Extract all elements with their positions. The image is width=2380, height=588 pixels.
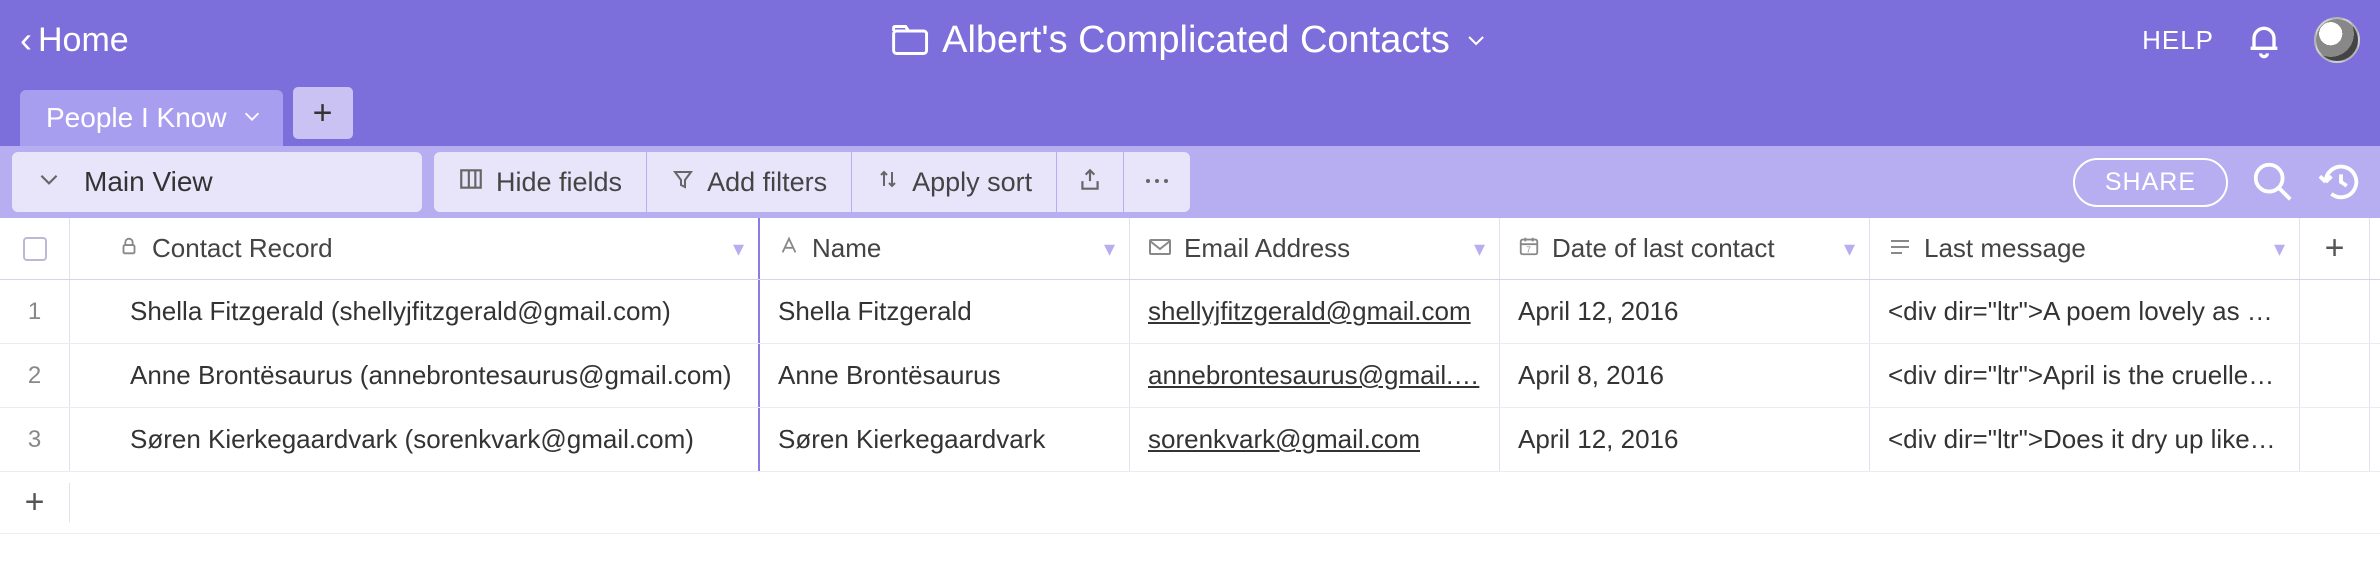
apply-sort-button[interactable]: Apply sort (852, 152, 1056, 212)
help-link[interactable]: HELP (2142, 25, 2214, 56)
base-switcher[interactable]: Albert's Complicated Contacts (892, 19, 1488, 62)
text-icon (778, 233, 800, 264)
upload-icon (1077, 167, 1103, 198)
hide-fields-button[interactable]: Hide fields (434, 152, 646, 212)
search-button[interactable] (2250, 159, 2296, 205)
row-index: 1 (0, 280, 70, 343)
grid-header-row: Contact Record ▾ Name ▾ Email Address ▾ (0, 218, 2380, 280)
base-name: Albert's Complicated Contacts (942, 19, 1450, 62)
columns-icon (458, 166, 484, 199)
cell-email[interactable]: annebrontesaurus@gmail.… (1130, 344, 1500, 407)
add-filters-label: Add filters (707, 167, 827, 198)
row-trailing-space (2300, 408, 2370, 471)
chevron-down-icon: ▾ (1844, 236, 1855, 262)
folder-icon (892, 25, 928, 55)
bell-icon[interactable] (2244, 20, 2284, 60)
column-header-name[interactable]: Name ▾ (760, 218, 1130, 279)
share-label: SHARE (2105, 168, 2196, 196)
column-header-contact-record[interactable]: Contact Record ▾ (70, 218, 760, 279)
cell-last-message[interactable]: <div dir="ltr">Does it dry up like… (1870, 408, 2300, 471)
chevron-down-icon (241, 102, 263, 134)
svg-text:7: 7 (1526, 245, 1531, 254)
cell-name[interactable]: Anne Brontësaurus (760, 344, 1130, 407)
plus-icon: + (0, 483, 70, 522)
column-header-last-message[interactable]: Last message ▾ (1870, 218, 2300, 279)
share-export-button[interactable] (1057, 152, 1123, 212)
column-header-email[interactable]: Email Address ▾ (1130, 218, 1500, 279)
hide-fields-label: Hide fields (496, 167, 622, 198)
cell-name[interactable]: Shella Fitzgerald (760, 280, 1130, 343)
add-table-button[interactable]: + (293, 87, 353, 139)
chevron-left-icon: ‹ (20, 22, 32, 58)
chevron-down-icon: ▾ (1104, 236, 1115, 262)
table-row[interactable]: 1 Shella Fitzgerald (shellyjfitzgerald@g… (0, 280, 2380, 344)
view-switcher[interactable]: Main View (12, 152, 422, 212)
chevron-down-icon (36, 166, 62, 199)
column-header-date[interactable]: 7 Date of last contact ▾ (1500, 218, 1870, 279)
row-index: 3 (0, 408, 70, 471)
table-tabs: People I Know + (0, 80, 2380, 146)
checkbox-icon (23, 237, 47, 261)
cell-date[interactable]: April 8, 2016 (1500, 344, 1870, 407)
share-button[interactable]: SHARE (2073, 158, 2228, 207)
long-text-icon (1888, 233, 1912, 264)
column-label: Email Address (1184, 233, 1350, 264)
avatar[interactable] (2314, 17, 2360, 63)
view-toolbar: Main View Hide fields Add filters Apply … (0, 146, 2380, 218)
cell-email[interactable]: shellyjfitzgerald@gmail.com (1130, 280, 1500, 343)
cell-contact-record[interactable]: Anne Brontësaurus (annebrontesaurus@gmai… (70, 344, 760, 407)
ellipsis-icon (1143, 173, 1171, 191)
more-options-button[interactable] (1124, 152, 1190, 212)
cell-last-message[interactable]: <div dir="ltr">April is the cruelle… (1870, 344, 2300, 407)
apply-sort-label: Apply sort (912, 167, 1032, 198)
sort-icon (876, 167, 900, 198)
add-row-button[interactable]: + (0, 472, 2380, 534)
column-label: Name (812, 233, 881, 264)
column-label: Last message (1924, 233, 2086, 264)
add-filters-button[interactable]: Add filters (647, 152, 851, 212)
row-trailing-space (2300, 280, 2370, 343)
home-label: Home (38, 21, 129, 60)
add-column-button[interactable]: + (2300, 218, 2370, 279)
app-header: ‹ Home Albert's Complicated Contacts HEL… (0, 0, 2380, 80)
lock-icon (118, 233, 140, 264)
calendar-icon: 7 (1518, 233, 1540, 264)
plus-icon: + (2325, 229, 2345, 268)
chevron-down-icon: ▾ (733, 236, 744, 262)
header-right: HELP (2142, 17, 2360, 63)
column-label: Contact Record (152, 233, 333, 264)
cell-contact-record[interactable]: Søren Kierkegaardvark (sorenkvark@gmail.… (70, 408, 760, 471)
tab-people-i-know[interactable]: People I Know (20, 90, 283, 146)
cell-email[interactable]: sorenkvark@gmail.com (1130, 408, 1500, 471)
cell-last-message[interactable]: <div dir="ltr">A poem lovely as … (1870, 280, 2300, 343)
data-grid: Contact Record ▾ Name ▾ Email Address ▾ (0, 218, 2380, 534)
view-name: Main View (84, 166, 213, 198)
filter-icon (671, 167, 695, 198)
history-button[interactable] (2318, 159, 2364, 205)
chevron-down-icon (1464, 28, 1488, 52)
table-row[interactable]: 3 Søren Kierkegaardvark (sorenkvark@gmai… (0, 408, 2380, 472)
cell-contact-record[interactable]: Shella Fitzgerald (shellyjfitzgerald@gma… (70, 280, 760, 343)
envelope-icon (1148, 233, 1172, 264)
column-label: Date of last contact (1552, 233, 1775, 264)
home-button[interactable]: ‹ Home (20, 21, 129, 60)
table-row[interactable]: 2 Anne Brontësaurus (annebrontesaurus@gm… (0, 344, 2380, 408)
cell-name[interactable]: Søren Kierkegaardvark (760, 408, 1130, 471)
row-trailing-space (2300, 344, 2370, 407)
tab-label: People I Know (46, 102, 227, 134)
row-index: 2 (0, 344, 70, 407)
toolbar-right: SHARE (2073, 158, 2364, 207)
cell-date[interactable]: April 12, 2016 (1500, 408, 1870, 471)
toolbar-group: Hide fields Add filters Apply sort (434, 152, 1190, 212)
chevron-down-icon: ▾ (2274, 236, 2285, 262)
plus-icon: + (313, 94, 333, 133)
cell-date[interactable]: April 12, 2016 (1500, 280, 1870, 343)
chevron-down-icon: ▾ (1474, 236, 1485, 262)
select-all-checkbox[interactable] (0, 218, 70, 279)
